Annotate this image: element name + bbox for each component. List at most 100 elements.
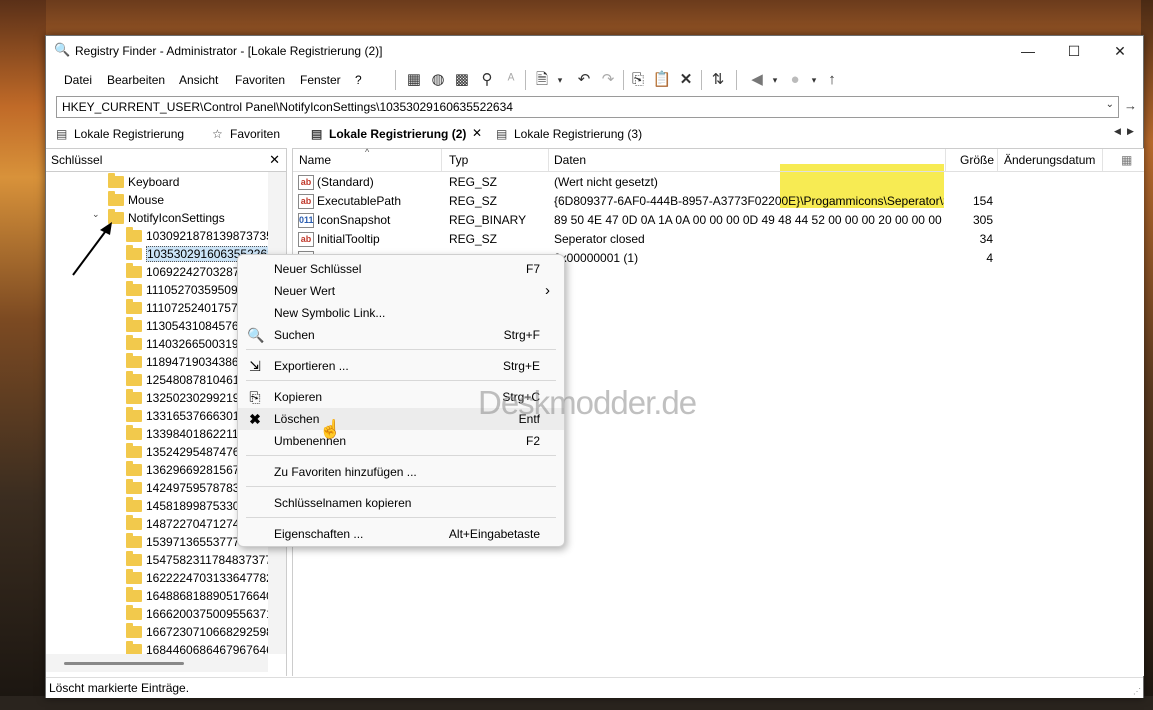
context-menu-item-exportieren[interactable]: ⇲ Exportieren ... Strg+E (238, 355, 564, 377)
value-row[interactable]: 011 IconSnapshot REG_BINARY 89 50 4E 47 0D … (293, 211, 1144, 230)
context-menu-item-neuer-wert[interactable]: Neuer Wert › (238, 280, 564, 302)
chevron-down-icon[interactable]: ▾ (764, 69, 786, 91)
value-type-cell: REG_BINARY (449, 213, 527, 227)
undo-icon[interactable]: ↶ (573, 69, 595, 91)
tree-item[interactable]: 166620037500955637​14 (126, 605, 268, 623)
tree-item[interactable]: Mouse (108, 191, 164, 209)
menu-datei[interactable]: Datei (64, 73, 92, 87)
context-menu-item-zu-favoriten-hinzufügen[interactable]: Zu Favoriten hinzufügen ... (238, 461, 564, 483)
refresh-icon[interactable]: ⇅ (707, 69, 729, 91)
tab-scroll-left-icon[interactable]: ◀ (1114, 126, 1121, 137)
value-row[interactable]: ab InitialTooltip REG_SZ Seperator closed 34 (293, 230, 1144, 249)
tab-scroll-right-icon[interactable]: ▶ (1127, 126, 1134, 137)
chevron-down-icon[interactable]: ▾ (549, 69, 571, 91)
network-registry-icon[interactable]: ◍ (427, 69, 449, 91)
menu-ansicht[interactable]: Ansicht (179, 73, 218, 87)
column-divider[interactable] (441, 149, 442, 171)
tab-lokale-registrierung-2[interactable]: ▤ Lokale Registrierung (2) (311, 122, 466, 146)
tree-item[interactable]: NotifyIconSettings (108, 209, 225, 227)
find-replace-icon[interactable]: ᴬ (500, 69, 522, 91)
folder-icon (126, 407, 142, 422)
status-text: Löscht markierte Einträge. (49, 681, 190, 695)
copy-icon[interactable]: ⎘ (627, 69, 649, 91)
paste-icon[interactable]: 📋 (651, 69, 673, 91)
window-title: Registry Finder - Administrator - [Lokal… (75, 44, 383, 58)
tree-item[interactable]: 111072524017575 (126, 299, 244, 317)
registry-compare-icon[interactable]: ▩ (451, 69, 473, 91)
context-menu-item-schlüsselnamen-kopieren[interactable]: Schlüsselnamen kopieren (238, 492, 564, 514)
tree-item[interactable]: 103092187813987373​54 (126, 227, 268, 245)
tree-item[interactable]: 142497595787839 (126, 479, 246, 497)
close-window-button[interactable]: ✕ (1097, 36, 1143, 66)
value-data-cell: {6D809377-6AF0-444B-8957-A3773F02200E}\P… (554, 194, 944, 208)
context-menu-label: Suchen (274, 328, 315, 342)
column-divider[interactable] (1102, 149, 1103, 171)
tree-item[interactable]: 114032665003198 (126, 335, 245, 353)
close-tab-icon[interactable]: ✕ (472, 126, 482, 140)
menu-bearbeiten[interactable]: Bearbeiten (107, 73, 165, 87)
tree-item[interactable]: 162222470313364778​27 (126, 569, 268, 587)
tree-item[interactable]: 118947190343861 (126, 353, 245, 371)
parent-key-icon[interactable]: ↑ (821, 69, 843, 91)
column-divider[interactable] (548, 149, 549, 171)
expand-chevron-icon[interactable]: ⌄ (92, 209, 100, 220)
tree-item[interactable]: 113054310845769 (126, 317, 245, 335)
tree-item[interactable]: 106922427032870 (126, 263, 246, 281)
folder-icon (126, 461, 142, 476)
tree-item[interactable]: 135242954874768 (126, 443, 246, 461)
delete-icon[interactable]: ✕ (675, 69, 697, 91)
chevron-down-icon[interactable]: ⌄ (1106, 99, 1114, 110)
resize-grip-icon[interactable]: ⋰ (1133, 687, 1141, 696)
tree-item[interactable]: 125480878104610 (126, 371, 246, 389)
column-header-type[interactable]: Typ (449, 153, 468, 167)
grid-view-icon[interactable]: ▦ (403, 69, 425, 91)
go-arrow-icon[interactable]: → (1124, 98, 1137, 113)
column-header-date[interactable]: Änderungsdatum (1004, 153, 1095, 167)
tree-item[interactable]: 153971365537772 (126, 533, 246, 551)
tree-item[interactable]: 111052703595091 (126, 281, 244, 299)
tree-item[interactable]: 148722704712743 (126, 515, 246, 533)
tree-item[interactable]: 136296692815679 (126, 461, 246, 479)
tree-item[interactable]: 133165376663011 (126, 407, 245, 425)
tree-item[interactable]: 164886818890517664​05 (126, 587, 268, 605)
tab-favoriten[interactable]: ☆ Favoriten (212, 122, 280, 146)
context-menu-item-new-symbolic-link[interactable]: New Symbolic Link... (238, 302, 564, 324)
find-icon[interactable]: ⚲ (476, 69, 498, 91)
tree-item-label: 168446068646796764​66 (146, 643, 268, 654)
tree-item[interactable]: 132502302992195 (126, 389, 246, 407)
menu-help[interactable]: ? (355, 73, 362, 87)
tab-lokale-registrierung-3[interactable]: ▤ Lokale Registrierung (3) (496, 122, 642, 146)
value-name-cell: 011 IconSnapshot (298, 211, 438, 230)
context-menu-item-suchen[interactable]: 🔍 Suchen Strg+F (238, 324, 564, 346)
column-divider[interactable] (997, 149, 998, 171)
value-row[interactable]: ab ExecutablePath REG_SZ {6D809377-6AF0-444… (293, 192, 1144, 211)
close-pane-icon[interactable]: ✕ (269, 152, 280, 168)
tree-item[interactable]: 154758231178483737​70 (126, 551, 268, 569)
menu-fenster[interactable]: Fenster (300, 73, 341, 87)
redo-icon[interactable]: ↷ (597, 69, 619, 91)
value-row[interactable]: ab (Standard) REG_SZ (Wert nicht gesetzt) (293, 173, 1144, 192)
context-menu-item-umbenennen[interactable]: Umbenennen F2 (238, 430, 564, 452)
tree-item[interactable]: 166723071066829259​81 (126, 623, 268, 641)
scrollbar-thumb[interactable] (64, 662, 184, 665)
tree-item[interactable]: 133984018622115 (126, 425, 245, 443)
column-divider[interactable] (945, 149, 946, 171)
tree-item[interactable]: 145818998753304 (126, 497, 246, 515)
horizontal-scrollbar[interactable] (46, 654, 268, 672)
tree-item[interactable]: Keyboard (108, 173, 179, 191)
export-icon: ⇲ (249, 358, 261, 374)
tab-lokale-registrierung[interactable]: ▤ Lokale Registrierung (56, 122, 184, 146)
copy-icon: ⎘ (249, 389, 261, 405)
address-bar[interactable]: HKEY_CURRENT_USER\Control Panel\NotifyIc… (56, 96, 1119, 118)
context-menu-item-neuer-schlüssel[interactable]: Neuer Schlüssel F7 (238, 258, 564, 280)
menu-favoriten[interactable]: Favoriten (235, 73, 285, 87)
context-menu-item-eigenschaften[interactable]: Eigenschaften ... Alt+Eingabetaste (238, 523, 564, 545)
column-header-data[interactable]: Daten (554, 153, 586, 167)
column-chooser-icon[interactable]: ▦ (1121, 153, 1132, 167)
minimize-button[interactable]: — (1005, 36, 1051, 66)
column-header-size[interactable]: Größe (960, 153, 994, 167)
column-header-name[interactable]: Name (299, 153, 331, 167)
title-bar: 🔍 Registry Finder - Administrator - [Lok… (46, 36, 1143, 66)
maximize-button[interactable]: ☐ (1051, 36, 1097, 66)
tree-item[interactable]: 168446068646796764​66 (126, 641, 268, 654)
